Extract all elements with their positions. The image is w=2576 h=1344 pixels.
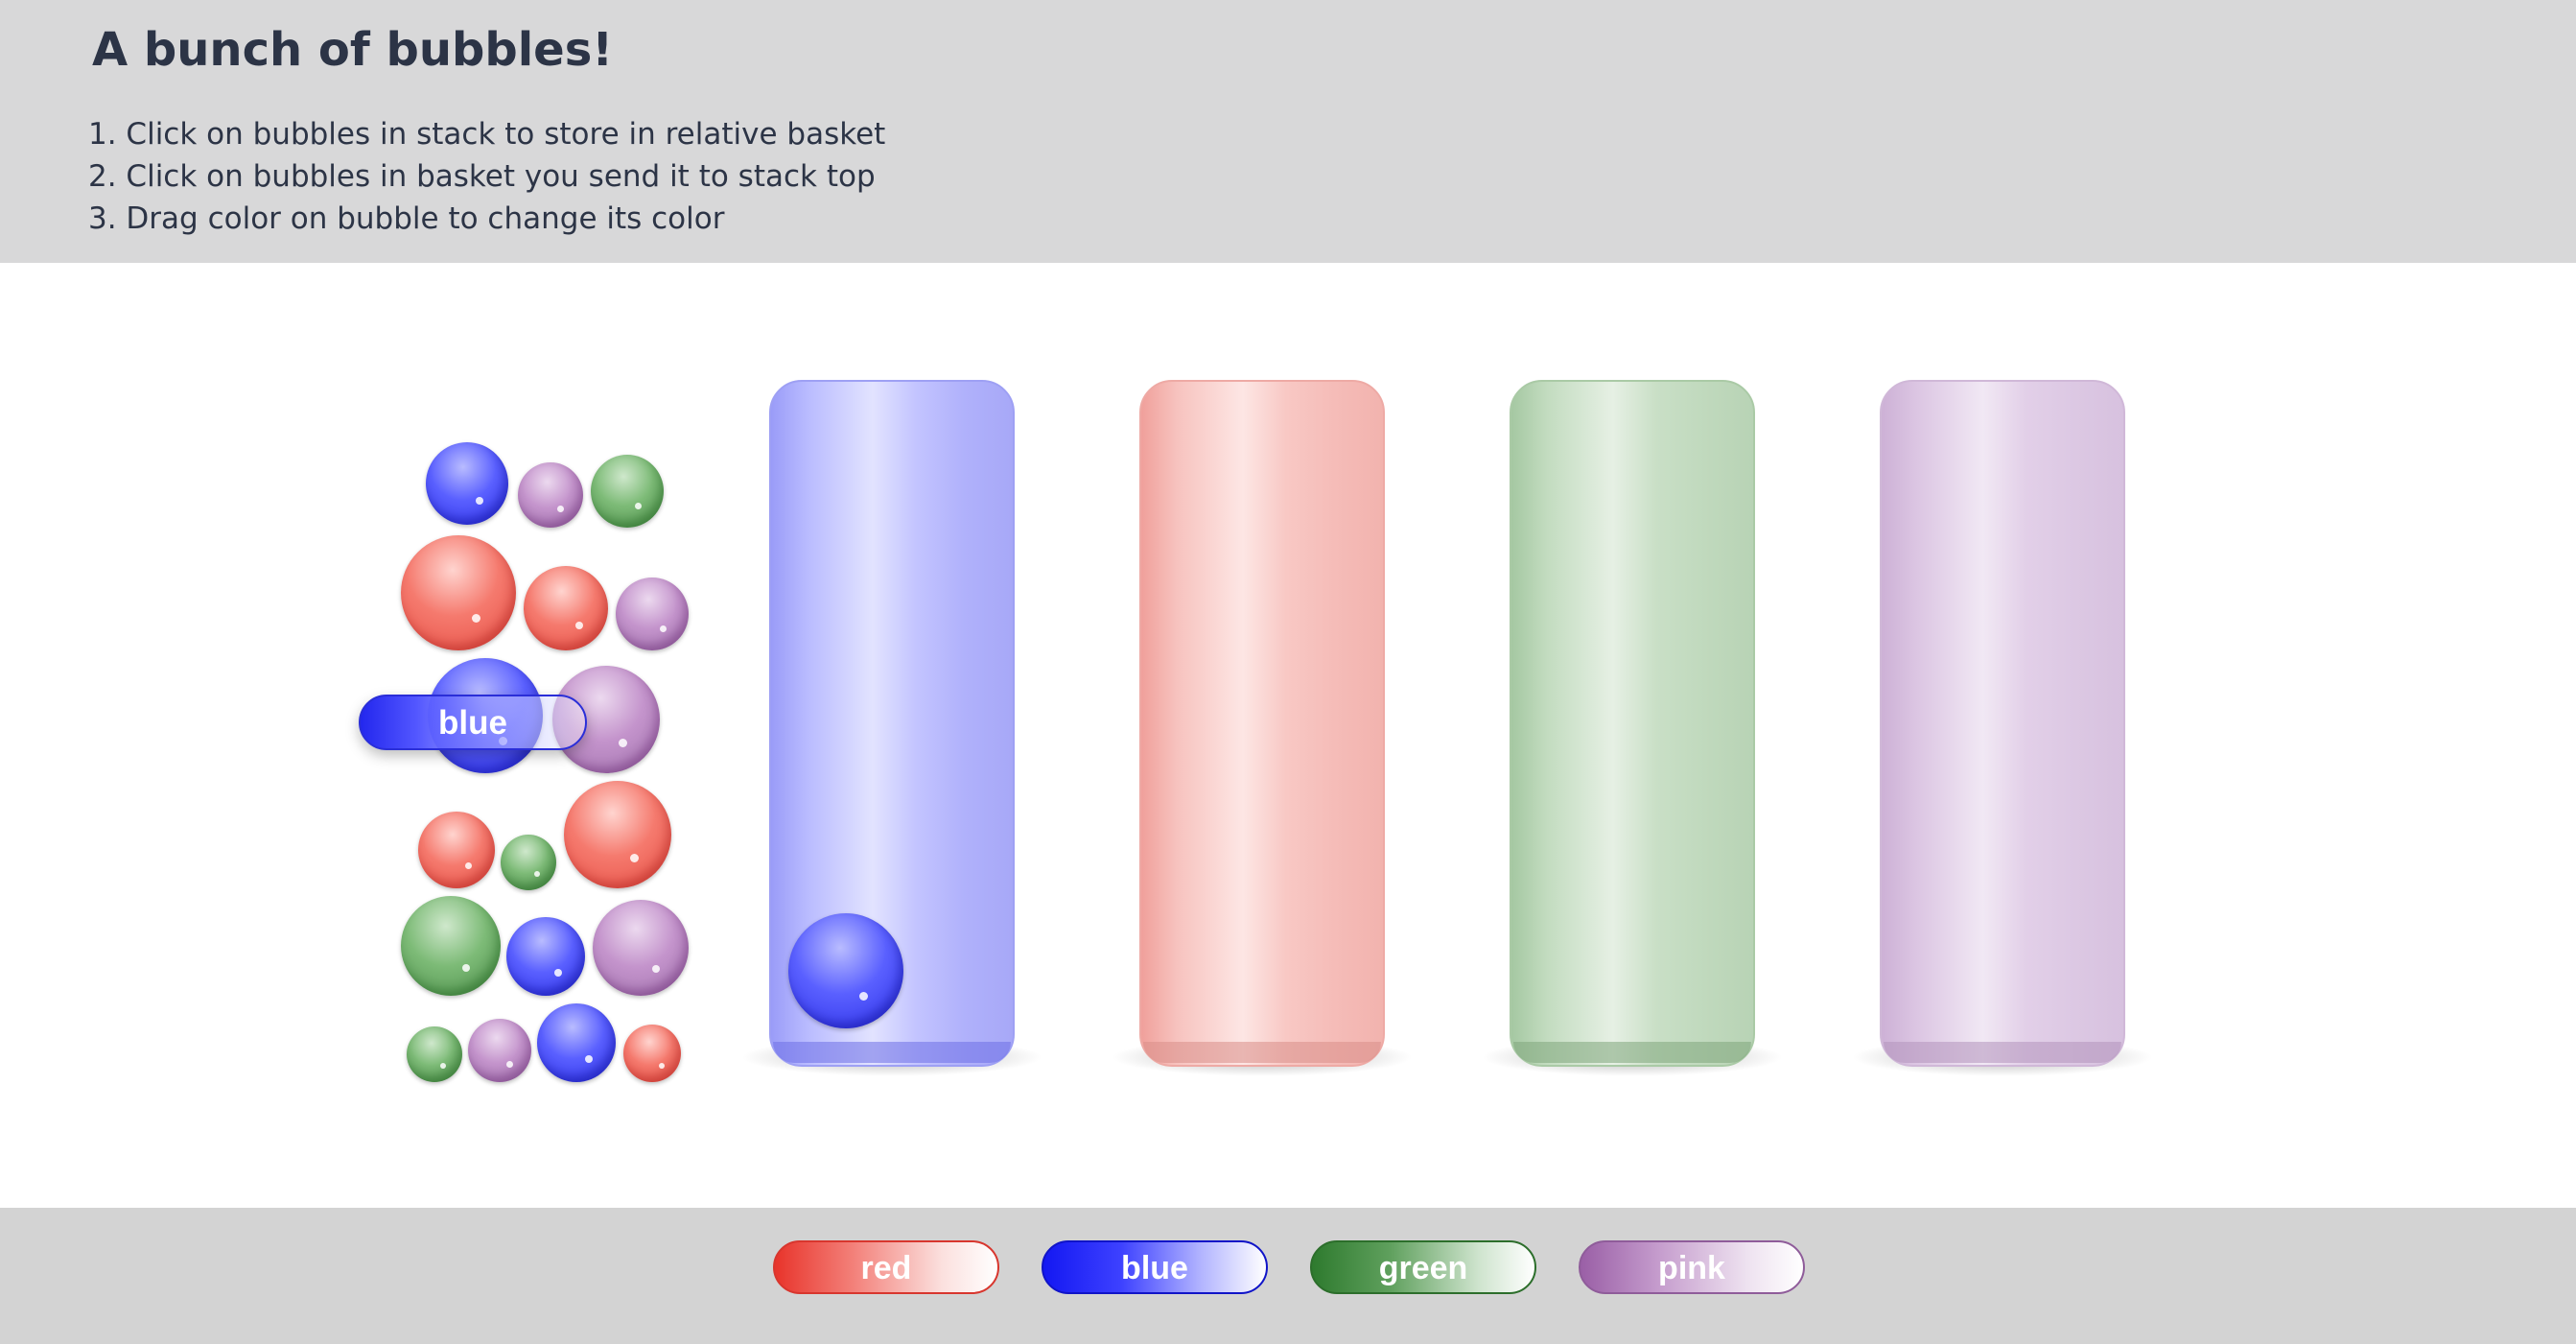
stack-bubble[interactable] [401,896,501,996]
color-pill-blue[interactable]: blue [1042,1240,1268,1294]
basket-pink[interactable] [1851,380,2154,1086]
instruction-step: 2. Click on bubbles in basket you send i… [88,159,876,194]
page-title: A bunch of bubbles! [92,23,614,77]
stack-bubble[interactable] [623,1025,681,1082]
stack-bubble[interactable] [616,578,689,650]
basket-bubble[interactable] [788,913,903,1028]
basket-base [773,1042,1011,1063]
stack-bubble[interactable] [591,455,664,528]
stack-bubble[interactable] [418,812,495,888]
stack-bubble[interactable] [593,900,689,996]
basket-blue[interactable] [740,380,1043,1086]
stack-bubble[interactable] [407,1026,462,1082]
stack-bubble[interactable] [468,1019,531,1082]
instructions-list: 1. Click on bubbles in stack to store in… [88,113,885,240]
dragging-color-pill[interactable]: blue [359,695,587,750]
stack-bubble[interactable] [401,535,516,650]
basket-base [1143,1042,1381,1063]
basket-base [1513,1042,1751,1063]
basket-body[interactable] [1510,380,1755,1067]
stack-bubble[interactable] [524,566,608,650]
instruction-step: 1. Click on bubbles in stack to store in… [88,117,886,152]
color-palette-bar [0,1208,2576,1344]
basket-body[interactable] [1139,380,1385,1067]
basket-base [1884,1042,2121,1063]
stack-bubble[interactable] [506,917,585,996]
stack-bubble[interactable] [426,442,508,525]
stack-bubble[interactable] [501,835,556,890]
stack-bubble[interactable] [564,781,671,888]
basket-body[interactable] [1880,380,2125,1067]
header: A bunch of bubbles! 1. Click on bubbles … [0,0,2576,263]
basket-red[interactable] [1111,380,1414,1086]
basket-green[interactable] [1481,380,1784,1086]
stack-bubble[interactable] [537,1003,616,1082]
stack-bubble[interactable] [518,462,583,528]
color-pill-green[interactable]: green [1310,1240,1536,1294]
color-pill-pink[interactable]: pink [1579,1240,1805,1294]
instruction-step: 3. Drag color on bubble to change its co… [88,201,725,236]
color-pill-red[interactable]: red [773,1240,999,1294]
